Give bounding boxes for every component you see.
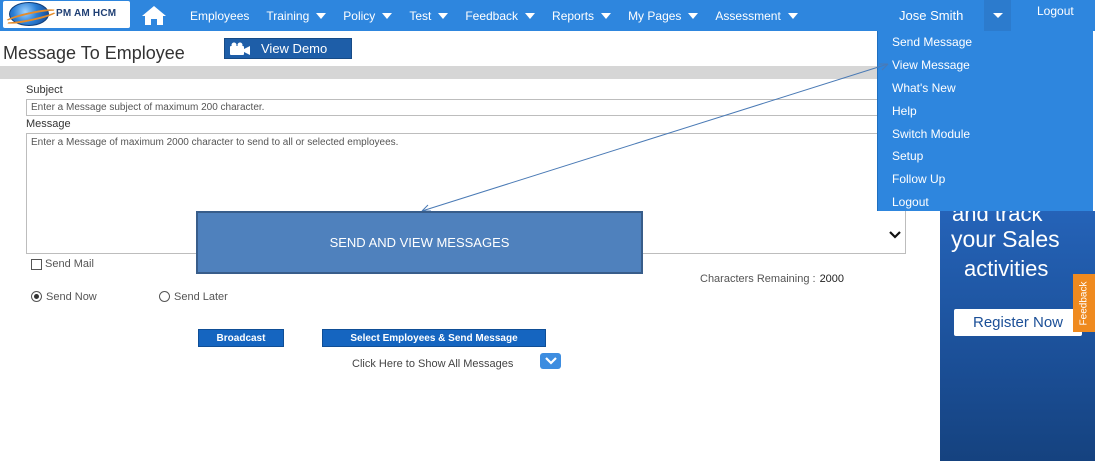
main-menu: Employees Training Policy Test Feedback … [190, 0, 815, 31]
register-now-button[interactable]: Register Now [954, 309, 1082, 336]
nav-my-pages-label: My Pages [628, 8, 682, 23]
video-camera-icon [230, 42, 250, 55]
send-now-radio[interactable] [31, 291, 42, 302]
nav-test-label: Test [409, 8, 432, 23]
view-demo-label: View Demo [261, 41, 328, 56]
user-dropdown-menu: Send Message View Message What's New Hel… [877, 31, 1093, 211]
send-mail-label: Send Mail [45, 258, 94, 270]
ad-line-3: activities [964, 256, 1049, 281]
home-button[interactable] [137, 1, 170, 29]
caret-down-icon [688, 12, 699, 19]
nav-feedback[interactable]: Feedback [465, 8, 536, 23]
nav-assessment-label: Assessment [715, 8, 781, 23]
subject-input[interactable]: Enter a Message subject of maximum 200 c… [26, 99, 906, 116]
nav-employees[interactable]: Employees [190, 9, 249, 23]
select-employees-send-button[interactable]: Select Employees & Send Message [322, 329, 546, 347]
feedback-tab-label: Feedback [1078, 281, 1090, 325]
callout-box: SEND AND VIEW MESSAGES [196, 211, 643, 274]
sales-ad-banner[interactable]: and track your Sales activities Register… [940, 211, 1095, 461]
menu-item-setup[interactable]: Setup [878, 145, 1093, 168]
subject-label: Subject [26, 84, 63, 96]
user-menu-toggle[interactable] [984, 0, 1011, 31]
nav-training[interactable]: Training [266, 8, 327, 23]
chevron-down-icon[interactable] [888, 228, 902, 242]
feedback-tab[interactable]: Feedback [1073, 274, 1095, 332]
send-later-radio[interactable] [159, 291, 170, 302]
caret-down-icon [992, 13, 1003, 18]
chevron-down-icon [544, 357, 557, 365]
menu-item-switch-module[interactable]: Switch Module [878, 122, 1093, 145]
show-all-messages-text[interactable]: Click Here to Show All Messages [352, 358, 513, 370]
nav-reports-label: Reports [552, 8, 595, 23]
menu-item-view-message[interactable]: View Message [878, 54, 1093, 77]
ad-line-2: your Sales [951, 226, 1060, 252]
broadcast-button[interactable]: Broadcast [198, 329, 284, 347]
caret-down-icon [438, 12, 449, 19]
caret-down-icon [787, 12, 798, 19]
globe-logo-icon [9, 2, 49, 26]
nav-feedback-label: Feedback [465, 8, 519, 23]
send-mail-checkbox[interactable] [31, 259, 42, 270]
menu-item-logout[interactable]: Logout [878, 191, 1093, 214]
nav-employees-label: Employees [190, 8, 250, 23]
nav-my-pages[interactable]: My Pages [628, 8, 699, 23]
menu-item-help[interactable]: Help [878, 99, 1093, 122]
menu-item-send-message[interactable]: Send Message [878, 31, 1093, 54]
top-nav-bar: PM AM HCM Employees Training Policy Test… [0, 0, 1095, 31]
show-all-messages-button[interactable] [540, 353, 561, 369]
caret-down-icon [382, 12, 393, 19]
message-label: Message [26, 118, 71, 130]
nav-assessment[interactable]: Assessment [715, 8, 798, 23]
characters-remaining-value: 2000 [819, 273, 845, 285]
send-later-label: Send Later [174, 291, 228, 303]
user-name[interactable]: Jose Smith [877, 0, 988, 31]
menu-item-whats-new[interactable]: What's New [878, 77, 1093, 100]
caret-down-icon [525, 12, 536, 19]
characters-remaining-label: Characters Remaining : [700, 273, 816, 285]
header-divider [0, 66, 938, 79]
characters-remaining: Characters Remaining :2000 [700, 273, 844, 285]
logo[interactable]: PM AM HCM [3, 1, 130, 28]
caret-down-icon [316, 12, 327, 19]
ad-line-1: and track [952, 211, 1043, 226]
nav-test[interactable]: Test [409, 8, 449, 23]
menu-item-follow-up[interactable]: Follow Up [878, 168, 1093, 191]
home-icon [141, 6, 166, 25]
logout-link[interactable]: Logout [1037, 4, 1074, 18]
send-now-label: Send Now [46, 291, 97, 303]
nav-reports[interactable]: Reports [552, 8, 612, 23]
nav-policy-label: Policy [343, 8, 376, 23]
brand-name: PM AM HCM [56, 8, 117, 19]
page-title: Message To Employee [3, 43, 185, 63]
nav-training-label: Training [266, 8, 310, 23]
caret-down-icon [601, 12, 612, 19]
page: PM AM HCM Employees Training Policy Test… [0, 0, 1095, 461]
nav-policy[interactable]: Policy [343, 8, 393, 23]
view-demo-button[interactable]: View Demo [224, 38, 352, 59]
